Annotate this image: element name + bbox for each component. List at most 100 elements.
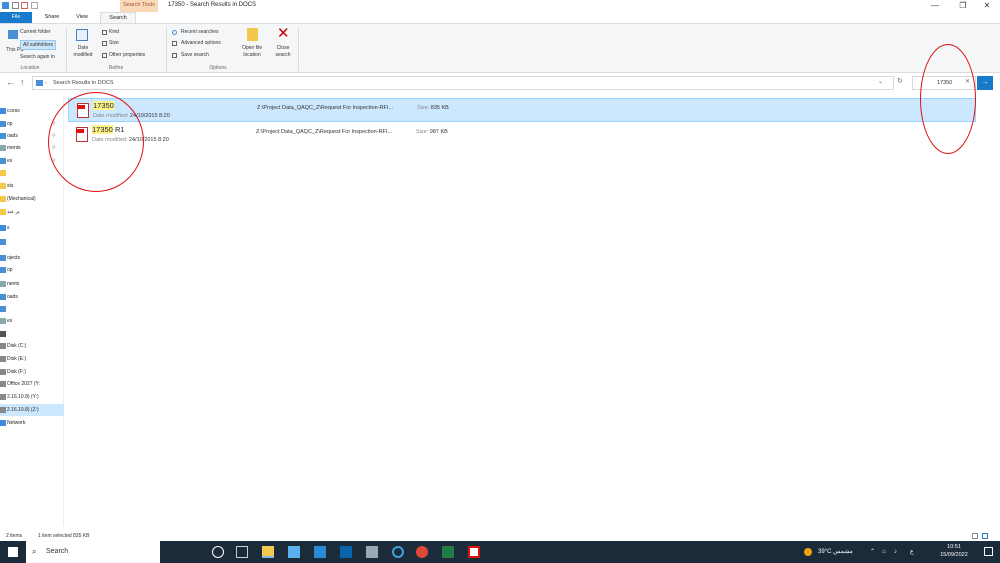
nav-item[interactable]: Disk (E:)	[0, 353, 64, 365]
properties-icon[interactable]	[12, 2, 19, 9]
acrobat-icon[interactable]	[468, 546, 480, 558]
tab-share[interactable]: Share	[38, 12, 66, 23]
minimize-button[interactable]: —	[922, 0, 948, 12]
explorer-icon[interactable]	[2, 2, 9, 9]
file-path: Z:\Project Data_QAQC_Z\Request For Inspe…	[257, 105, 394, 111]
notifications-icon[interactable]	[984, 547, 993, 556]
nav-item[interactable]: op	[0, 264, 64, 276]
language-indicator[interactable]: ع	[910, 541, 914, 563]
nav-item-icon	[0, 368, 6, 375]
store-icon[interactable]	[288, 546, 300, 558]
open-file-location-button[interactable]: Open file location	[236, 45, 268, 59]
save-search-button[interactable]: Save search	[181, 52, 209, 58]
annotation-circle-search	[920, 44, 976, 154]
nav-item-icon	[0, 406, 6, 413]
current-folder-button[interactable]: Current folder	[20, 29, 51, 35]
file-row[interactable]: 17350 R1 Date modified: 24/10/2015 8:20 …	[68, 123, 976, 147]
outlook-icon[interactable]	[340, 546, 352, 558]
item-count: 2 items	[6, 533, 23, 539]
nav-item[interactable]: 2.16.10.8) (Y:)	[0, 391, 64, 403]
edge-icon[interactable]	[392, 546, 404, 558]
nav-item-label: 2.16.10.8) (Y:)	[7, 394, 39, 400]
volume-icon[interactable]: ♪	[894, 541, 897, 563]
task-view-icon[interactable]	[236, 546, 248, 558]
nav-item[interactable]: (Mechanical)	[0, 193, 64, 205]
file-explorer-icon[interactable]	[262, 546, 274, 558]
recent-searches-dropdown[interactable]: Recent searches	[181, 29, 219, 35]
nav-item[interactable]: Office 2027 (Y:	[0, 378, 64, 390]
nav-item[interactable]: oads	[0, 291, 64, 303]
nav-item[interactable]: nents	[0, 278, 64, 290]
nav-item[interactable]	[0, 328, 64, 340]
nav-item[interactable]: ير عيد	[0, 206, 64, 218]
excel-icon[interactable]	[442, 546, 454, 558]
nav-item[interactable]	[0, 236, 64, 248]
clock[interactable]: 10:51 15/09/2022	[934, 543, 974, 559]
address-bar[interactable]: › Search Results in DOCS	[32, 76, 894, 90]
refresh-icon[interactable]: ↻	[897, 77, 903, 85]
date-modified-button[interactable]: Date modified	[70, 45, 96, 59]
ribbon: This PC Current folder All subfolders Se…	[0, 23, 1000, 73]
nav-item-label: op	[7, 267, 13, 273]
kind-dropdown[interactable]: Kind	[109, 29, 119, 35]
customize-qat-icon[interactable]	[31, 2, 38, 9]
nav-item-icon	[0, 317, 6, 324]
open-file-location-icon	[247, 28, 258, 41]
maximize-button[interactable]: ❐	[950, 0, 976, 12]
details-view-icon[interactable]	[972, 533, 978, 539]
all-subfolders-button[interactable]: All subfolders	[20, 40, 57, 50]
ribbon-separator	[166, 27, 167, 71]
nav-item[interactable]: ojects	[0, 252, 64, 264]
calculator-icon[interactable]	[366, 546, 378, 558]
window-title: 17350 - Search Results in DOCS	[168, 2, 257, 8]
nav-item-label: sts	[7, 183, 14, 189]
file-row[interactable]: 17350 Date modified: 24/10/2015 8:20 Z:\…	[68, 98, 976, 122]
advanced-options-dropdown[interactable]: Advanced options	[181, 40, 221, 46]
search-icon: ⌕	[32, 547, 37, 556]
nav-item[interactable]	[0, 167, 64, 179]
tray-chevron-icon[interactable]: ⌃	[870, 541, 875, 563]
cortana-icon[interactable]	[212, 546, 224, 558]
back-arrow-icon[interactable]: ←	[6, 77, 15, 87]
close-window-button[interactable]: ✕	[974, 0, 1000, 12]
tab-view[interactable]: View	[70, 12, 94, 23]
nav-item-icon	[0, 144, 6, 151]
file-size: Size: 835 KB	[417, 105, 449, 111]
size-dropdown[interactable]: Size	[109, 40, 119, 46]
nav-item-label: ojects	[7, 255, 21, 261]
ribbon-separator	[66, 27, 67, 71]
nav-item[interactable]: Network	[0, 417, 64, 429]
taskbar-search-input[interactable]: ⌕ Search	[26, 541, 160, 563]
chrome-icon[interactable]	[416, 546, 428, 558]
tab-search[interactable]: Search	[100, 12, 136, 23]
nav-item-label: nents	[7, 281, 20, 287]
nav-item[interactable]: Disk (F:)	[0, 366, 64, 378]
mail-icon[interactable]	[314, 546, 326, 558]
nav-item-icon	[0, 107, 6, 114]
nav-item[interactable]: es	[0, 315, 64, 327]
undo-icon[interactable]	[21, 2, 28, 9]
close-search-button[interactable]: Close search	[272, 45, 294, 59]
size-icon	[102, 41, 107, 46]
address-dropdown-icon[interactable]: ⌄	[878, 78, 883, 85]
nav-item[interactable]	[0, 303, 64, 315]
weather-text[interactable]: 39°C مشمس	[818, 541, 853, 563]
ribbon-separator	[298, 27, 299, 71]
nav-item-label: 2.16.10.8) (Z:)	[7, 407, 39, 413]
clock-date: 15/09/2022	[940, 552, 968, 558]
large-icons-view-icon[interactable]	[982, 533, 988, 539]
search-again-in-button[interactable]: Search again in	[20, 54, 55, 60]
nav-item[interactable]: sts	[0, 180, 64, 192]
network-icon[interactable]: ⌂	[882, 541, 886, 563]
other-properties-dropdown[interactable]: Other properties	[109, 52, 145, 58]
up-arrow-icon[interactable]: ↑	[20, 77, 25, 87]
nav-item[interactable]: Disk (C:)	[0, 340, 64, 352]
nav-item[interactable]: s	[0, 222, 64, 234]
search-go-button[interactable]: →	[977, 76, 993, 90]
nav-item[interactable]: 2.16.10.8) (Z:)	[0, 404, 64, 416]
nav-item-icon	[0, 120, 6, 127]
tab-file[interactable]: File	[0, 12, 32, 23]
windows-start-icon[interactable]	[8, 547, 18, 557]
nav-item-icon	[0, 280, 6, 287]
nav-item-icon	[0, 342, 6, 349]
